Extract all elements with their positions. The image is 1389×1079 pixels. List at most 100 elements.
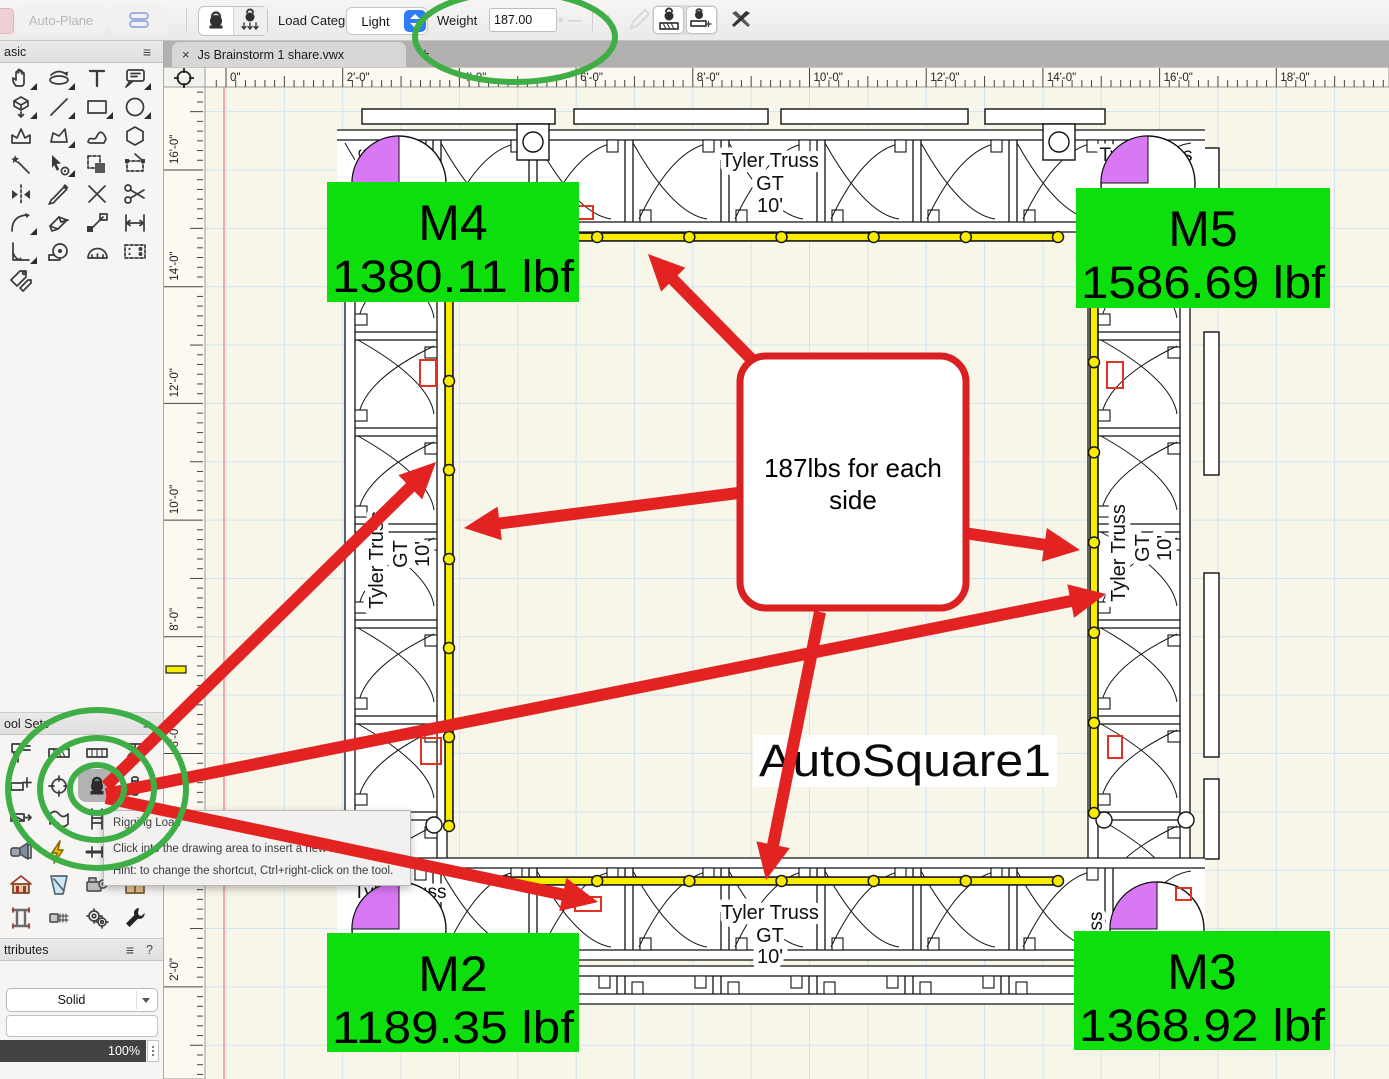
document-tab[interactable]: × Js Brainstorm 1 share.vwx (172, 42, 406, 67)
distributed-load-button[interactable] (233, 7, 268, 35)
tool-mirror[interactable] (2, 179, 40, 208)
tool-select-similar[interactable] (40, 150, 78, 179)
tool-arc[interactable] (2, 121, 40, 150)
load-result-tag[interactable]: M41380.11 lbf (327, 182, 579, 302)
load-value: 1368.92 lbf (1079, 1000, 1326, 1051)
tool-split[interactable] (78, 179, 116, 208)
tool-polygon[interactable] (40, 121, 78, 150)
opacity-bar[interactable]: 100% (0, 1040, 146, 1062)
tab-title: Js Brainstorm 1 share.vwx (198, 48, 345, 62)
v-ruler-label: 14'-0" (169, 251, 181, 280)
tool-tags[interactable] (2, 266, 40, 295)
popup-stepper-icon (404, 10, 426, 32)
tool-regular-polygon[interactable] (116, 121, 154, 150)
tool-data-tag[interactable] (116, 237, 154, 266)
tool-protractor[interactable] (78, 237, 116, 266)
tool-callout[interactable] (116, 63, 154, 92)
tools-button[interactable] (726, 7, 756, 33)
tool-freehand[interactable] (78, 121, 116, 150)
truss-direction-icon (8, 806, 34, 832)
tool-marquee-move[interactable] (78, 150, 116, 179)
load-result-tag[interactable]: M31368.92 lbf (1074, 931, 1330, 1051)
v-ruler-label: 12'-0" (169, 368, 181, 397)
left-palette-column: asic ≡ ool Sets ≡ ttributes ≡ ? Solid 10… (0, 40, 164, 1079)
svg-text:Tyler Truss: Tyler Truss (721, 902, 819, 924)
tab-close-icon[interactable]: × (182, 47, 190, 62)
load-category-popup[interactable]: Light (346, 7, 428, 35)
v-ruler-label: 8'-0" (169, 608, 181, 631)
tool-trim[interactable] (116, 179, 154, 208)
tool-flyover[interactable] (40, 63, 78, 92)
pencil-icon (626, 7, 652, 33)
calc-loads-button[interactable] (653, 6, 684, 34)
vectorworks-window: { "toolbar": { "auto_plane_label": "Auto… (0, 0, 1389, 1079)
working-plane-button[interactable] (110, 7, 168, 33)
calc-summary-button[interactable] (686, 6, 717, 34)
tool-soft-goods[interactable] (40, 802, 78, 835)
tool-braceworks-target[interactable] (40, 769, 78, 802)
hamburger-icon[interactable]: ≡ (126, 942, 134, 958)
tool-video-light[interactable] (2, 835, 40, 868)
tool-truss-straight[interactable] (40, 736, 78, 769)
basic-palette-header[interactable]: asic ≡ (0, 40, 163, 63)
tool-text[interactable] (78, 63, 116, 92)
tool-sets-header[interactable]: ool Sets ≡ (0, 712, 163, 735)
tool-house-rigging[interactable] (2, 868, 40, 901)
tool-wrench[interactable] (116, 901, 154, 934)
v-ruler-label: 10'-0" (169, 485, 181, 514)
new-tab-button[interactable]: + (414, 42, 436, 67)
tool-extrude[interactable] (2, 92, 40, 121)
load-result-tag[interactable]: M51586.69 lbf (1076, 188, 1330, 308)
tool-linear-dimension[interactable] (116, 208, 154, 237)
tool-vertical-pipe[interactable] (116, 769, 154, 802)
auto-plane-button[interactable]: Auto-Plane (16, 7, 106, 33)
tool-angle-dimension[interactable] (2, 237, 40, 266)
weight-input[interactable] (489, 8, 557, 32)
load-result-tag[interactable]: M21189.35 lbf (327, 933, 579, 1053)
load-value: 1380.11 lbf (332, 251, 575, 302)
tool-led-panel[interactable] (40, 868, 78, 901)
tool-reshape[interactable] (116, 150, 154, 179)
disabled-list-icon: • — (558, 0, 582, 40)
v-ruler-label: 6'-0" (169, 725, 181, 748)
tool-eraser[interactable] (40, 208, 78, 237)
tool-tape-measure[interactable] (40, 237, 78, 266)
tool-half-coupler[interactable] (2, 769, 40, 802)
arc-icon (8, 123, 34, 149)
fill-style-dropdown[interactable]: Solid (6, 988, 158, 1012)
tool-circle[interactable] (116, 92, 154, 121)
tool-hoist-updown[interactable] (116, 736, 154, 769)
svg-text:GT: GT (390, 540, 412, 568)
h-ruler-label: 4'-0" (463, 72, 486, 84)
tool-magic-wand[interactable] (2, 150, 40, 179)
select-similar-icon (46, 152, 72, 178)
tool-sets-title: ool Sets (4, 717, 143, 731)
drawing-area[interactable]: 0"2'-0"4'-0"6'-0"8'-0"10'-0"12'-0"14'-0"… (163, 67, 1389, 1079)
help-icon[interactable]: ? (146, 943, 153, 957)
opacity-stepper[interactable] (147, 1040, 159, 1062)
tool-fillet[interactable] (2, 208, 40, 237)
tool-attribute-brush[interactable] (40, 179, 78, 208)
point-load-button[interactable] (199, 7, 233, 35)
attributes-header[interactable]: ttributes ≡ ? (0, 938, 163, 961)
tool-line[interactable] (40, 92, 78, 121)
autosquare-label[interactable]: AutoSquare1 (753, 735, 1057, 787)
vertical-pipe-icon (122, 773, 148, 799)
load-name: M5 (1168, 201, 1237, 257)
tool-screw-bolt[interactable] (40, 901, 78, 934)
tool-truss-insert[interactable] (78, 736, 116, 769)
hamburger-icon[interactable]: ≡ (143, 716, 151, 732)
tool-rigging-load[interactable] (78, 769, 116, 802)
tool-connect[interactable] (78, 208, 116, 237)
svg-text:GT: GT (1132, 534, 1154, 562)
fill-color-field[interactable] (6, 1015, 158, 1037)
tool-power-connection[interactable] (40, 835, 78, 868)
hamburger-icon[interactable]: ≡ (143, 44, 151, 60)
tool-pan[interactable] (2, 63, 40, 92)
tool-gear-settings[interactable] (78, 901, 116, 934)
tool-truss-direction[interactable] (2, 802, 40, 835)
tool-truss-corner[interactable] (2, 736, 40, 769)
tool-steel-beam[interactable] (2, 901, 40, 934)
tool-rectangle[interactable] (78, 92, 116, 121)
screw-bolt-icon (46, 905, 72, 931)
